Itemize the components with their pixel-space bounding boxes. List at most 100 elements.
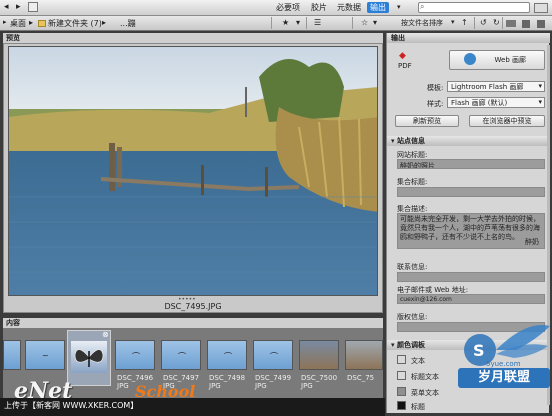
bird-icon: ⌒ <box>178 352 186 361</box>
crumb-sep-icon: ▸ <box>102 18 107 27</box>
logo-text: 岁月联盟 <box>458 368 550 388</box>
top-toolbar: ◂ ▸ 必要项 胶片 元数据 输出 ▾ ⌕ <box>0 0 552 16</box>
collection-title-label: 集合标题: <box>397 178 428 186</box>
thumbnail[interactable] <box>345 340 383 370</box>
path-bar: ▸ 桌面 ▸ 新建文件夹 (7) ▸ ...蹦 ★ ▾ ☰ ☆ ▾ 按文件名排序… <box>0 16 552 31</box>
rating-dropdown-icon[interactable]: ▾ <box>296 18 300 27</box>
preview-title: 预览 <box>6 34 20 42</box>
divider <box>474 17 475 29</box>
new-folder-icon[interactable] <box>522 20 530 28</box>
pdf-button[interactable]: ◆ PDF <box>395 51 417 71</box>
sort-dropdown[interactable]: 按文件名排序 <box>401 18 443 28</box>
bird-icon: ⌒ <box>270 352 278 361</box>
filter-star-icon[interactable]: ☆ <box>361 18 368 27</box>
folder-icon <box>38 20 46 27</box>
window-button-icon[interactable] <box>534 3 548 13</box>
collection-title-field[interactable] <box>397 187 545 197</box>
bird-icon: ⌒ <box>224 352 232 361</box>
sort-direction-icon[interactable]: ↑ <box>461 18 468 27</box>
preview-panel: ••••• DSC_7495.JPG <box>3 43 383 313</box>
divider <box>352 17 353 29</box>
star-icon[interactable]: ★ <box>282 18 289 27</box>
divider <box>502 17 503 29</box>
bird-icon: ~ <box>42 351 49 360</box>
chevron-down-icon: ▾ <box>538 82 542 90</box>
thumbnail-label: DSC_7498 JPG <box>209 374 246 390</box>
thumbnail[interactable]: ⌒ <box>207 340 247 370</box>
search-input[interactable]: ⌕ <box>418 2 530 13</box>
content-panel-header: 内容 <box>3 318 383 328</box>
header-color-label: 标题 <box>411 403 425 411</box>
title-text-color-swatch[interactable] <box>397 371 406 380</box>
header-color-swatch[interactable] <box>397 401 406 410</box>
contact-field[interactable] <box>397 272 545 282</box>
workspace-output[interactable]: 输出 <box>367 2 389 13</box>
forward-arrow-icon[interactable]: ▸ <box>16 2 21 12</box>
workspace-filmstrip[interactable]: 胶片 <box>311 2 327 13</box>
thumbnail[interactable]: ⌒ <box>161 340 201 370</box>
copyright-label: 版权信息: <box>397 313 428 321</box>
label-icon[interactable]: ☰ <box>314 18 321 27</box>
delete-icon[interactable] <box>537 20 545 28</box>
preview-filename: DSC_7495.JPG <box>164 302 222 311</box>
preview-photo[interactable] <box>8 46 378 296</box>
logo-sub: 5yue.com <box>486 360 521 368</box>
site-title-field[interactable]: 醉奶的照片 <box>397 159 545 169</box>
crumb-arrow-icon: ▸ <box>3 18 7 26</box>
sort-dropdown-icon[interactable]: ▾ <box>451 18 455 26</box>
thumbnail[interactable] <box>3 340 21 370</box>
bird-icon: ⌒ <box>132 352 140 361</box>
output-panel-header: 输出 <box>387 33 550 43</box>
content-title: 内容 <box>6 319 20 327</box>
template-select[interactable]: Lightroom Flash 画廊 ▾ <box>447 81 545 92</box>
thumbnail[interactable]: ⌒ <box>253 340 293 370</box>
site-logo-watermark: S 岁月联盟 5yue.com <box>456 320 552 396</box>
pdf-icon: ◆ <box>399 51 406 61</box>
style-label: 样式: <box>427 100 444 108</box>
thumbnail-selected[interactable]: ⊗ <box>67 330 111 386</box>
butterfly-icon <box>74 349 104 367</box>
lake-photo <box>9 47 377 295</box>
collection-desc-field[interactable]: 可能尚未完全开发，剩一大学去外拍的时候，竟然只有我一个人，湖中的芦苇荡有很多的海… <box>397 213 545 249</box>
rotate-right-icon[interactable]: ↻ <box>493 18 500 27</box>
folder-up-icon[interactable] <box>28 2 38 12</box>
open-folder-icon[interactable] <box>506 20 516 27</box>
butterfly-photo <box>71 341 107 373</box>
thumbnail[interactable] <box>299 340 339 370</box>
menu-text-color-swatch[interactable] <box>397 387 406 396</box>
chevron-down-icon: ▾ <box>538 98 542 106</box>
filter-dropdown-icon[interactable]: ▾ <box>373 18 377 27</box>
collection-desc-author: 醉奶 <box>525 238 539 246</box>
template-label: 模板: <box>427 84 444 92</box>
crumb-folder[interactable]: 新建文件夹 (7) <box>48 18 102 29</box>
text-color-label: 文本 <box>411 357 425 365</box>
workspace-essentials[interactable]: 必要项 <box>276 2 300 13</box>
divider <box>306 17 307 29</box>
thumbnail-label: DSC_75 <box>347 374 375 382</box>
crumb-current[interactable]: ...蹦 <box>120 18 136 29</box>
email-field[interactable]: cuexin@126.com <box>397 294 545 304</box>
browser-preview-button[interactable]: 在浏览器中预览 <box>469 115 545 127</box>
workspace-metadata[interactable]: 元数据 <box>337 2 361 13</box>
refresh-preview-button[interactable]: 刷新预览 <box>395 115 459 127</box>
thumbnail-label: DSC_7499 JPG <box>255 374 292 390</box>
style-select[interactable]: Flash 画廊 (默认) ▾ <box>447 97 545 108</box>
title-text-color-label: 标题文本 <box>411 373 439 381</box>
search-icon: ⌕ <box>420 2 425 11</box>
close-icon[interactable]: ⊗ <box>102 330 109 339</box>
back-arrow-icon[interactable]: ◂ <box>4 2 9 12</box>
thumbnail-label: DSC_7500 JPG <box>301 374 338 390</box>
rotate-left-icon[interactable]: ↺ <box>480 18 487 27</box>
web-gallery-button[interactable]: Web 画廊 <box>449 50 545 70</box>
contact-label: 联系信息: <box>397 263 428 271</box>
divider <box>271 17 272 29</box>
crumb-desktop[interactable]: 桌面 <box>10 18 26 29</box>
svg-text:S: S <box>473 341 485 360</box>
site-info-header[interactable]: ▾ 站点信息 <box>387 136 550 146</box>
preview-panel-header: 预览 <box>3 33 383 43</box>
thumbnail[interactable]: ⌒ <box>115 340 155 370</box>
workspace-dropdown-icon[interactable]: ▾ <box>397 3 401 11</box>
thumbnail[interactable]: ~ <box>25 340 65 370</box>
text-color-swatch[interactable] <box>397 355 406 364</box>
crumb-sep-icon: ▸ <box>29 18 34 27</box>
